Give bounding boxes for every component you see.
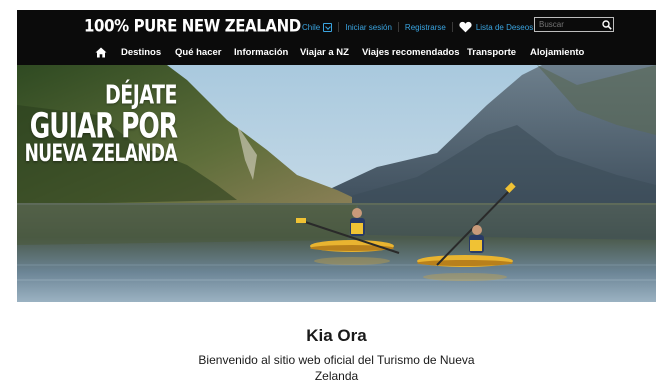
nav-transporte[interactable]: Transporte: [467, 47, 516, 58]
hero-headline: DÉJATE GUIAR POR NUEVA ZELANDA: [17, 82, 178, 166]
heart-icon: [459, 21, 472, 33]
search-button[interactable]: [600, 18, 613, 31]
country-label: Chile: [302, 22, 321, 32]
nav-destinos[interactable]: Destinos: [121, 47, 161, 58]
divider: [338, 22, 340, 32]
chevron-down-icon: [323, 22, 333, 32]
top-header: 100% PURE NEW ZEALAND Chile Iniciar sesi…: [17, 10, 656, 65]
main-nav: Destinos Qué hacer Información Viajar a …: [17, 45, 656, 61]
divider: [451, 22, 453, 32]
welcome-title: Kia Ora: [306, 326, 367, 345]
site-frame: 100% PURE NEW ZEALAND Chile Iniciar sesi…: [17, 10, 656, 302]
search-icon: [601, 19, 612, 30]
nav-informacion[interactable]: Información: [234, 47, 288, 58]
register-link[interactable]: Registrarse: [405, 23, 446, 32]
hero-line-3: NUEVA ZELANDA: [24, 140, 178, 169]
nav-alojamiento[interactable]: Alojamiento: [530, 47, 584, 58]
brand-logo[interactable]: 100% PURE NEW ZEALAND: [84, 16, 301, 36]
login-link[interactable]: Iniciar sesión: [345, 23, 392, 32]
nav-viajes-recomendados[interactable]: Viajes recomendados: [362, 47, 460, 58]
nav-viajar-a-nz[interactable]: Viajar a NZ: [300, 47, 349, 58]
wishlist-label: Lista de Deseos: [475, 22, 534, 32]
hero-line-2: GUIAR POR: [29, 105, 178, 146]
wishlist-link[interactable]: Lista de Deseos: [459, 21, 533, 33]
country-selector[interactable]: Chile: [302, 22, 333, 32]
nav-que-hacer[interactable]: Qué hacer: [175, 47, 221, 58]
hero-banner[interactable]: DÉJATE GUIAR POR NUEVA ZELANDA: [17, 65, 656, 302]
divider: [397, 22, 399, 32]
welcome-subtitle: Bienvenido al sitio web oficial del Turi…: [198, 353, 475, 383]
welcome-section: Kia Ora Bienvenido al sitio web oficial …: [17, 326, 656, 384]
home-icon[interactable]: [95, 47, 107, 58]
utility-bar: Chile Iniciar sesión Registrarse Lista d…: [302, 20, 533, 34]
